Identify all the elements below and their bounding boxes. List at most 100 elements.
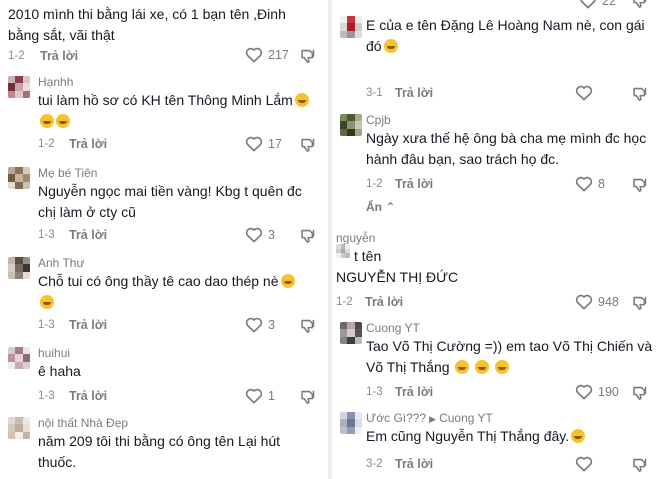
heart-outline-icon <box>575 383 593 400</box>
avatar[interactable] <box>8 76 30 98</box>
comment-date: 1-3 <box>38 390 55 402</box>
reply-button[interactable]: Trả lời <box>395 385 433 399</box>
like-button[interactable]: 17 <box>245 135 282 152</box>
comment-text-line: Em cũng Nguyễn Thị Thắng đây. <box>366 426 586 447</box>
like-button[interactable] <box>575 84 593 101</box>
reply-to-author[interactable]: Cuong YT <box>439 411 493 425</box>
thumbs-down-icon <box>300 388 317 405</box>
comment-author[interactable]: Hạnhh <box>38 75 73 89</box>
like-button[interactable]: 1 <box>245 387 275 404</box>
avatar[interactable] <box>340 322 362 344</box>
comment-text-line: Nguyễn ngọc mai tiền vàng! Kbg t quên đc <box>38 183 302 199</box>
like-button[interactable]: 190 <box>575 383 619 400</box>
dislike-button[interactable] <box>632 384 649 401</box>
dislike-button[interactable] <box>632 0 649 9</box>
reply-button[interactable]: Trả lời <box>395 86 433 100</box>
avatar[interactable] <box>8 167 30 189</box>
thumbs-down-icon <box>632 0 649 9</box>
dislike-button[interactable] <box>300 136 317 153</box>
dislike-button[interactable] <box>632 294 649 311</box>
thumbs-down-icon <box>632 294 649 311</box>
comment-author[interactable]: nguyễn <box>336 231 375 245</box>
dislike-button[interactable] <box>300 388 317 405</box>
comment-text-line <box>38 292 54 313</box>
comment-text-line: hành đâu bạn, sao trách họ đc. <box>366 151 560 167</box>
comment-author[interactable]: Cpjb <box>366 113 391 127</box>
comment-date: 3-2 <box>366 458 383 470</box>
dislike-button[interactable] <box>300 317 317 334</box>
like-count: 217 <box>268 47 289 62</box>
heart-outline-icon <box>575 455 593 472</box>
like-count: 948 <box>598 294 619 309</box>
grinning-sweat-emoji-icon <box>475 360 490 374</box>
reply-button[interactable]: Trả lời <box>395 177 433 191</box>
reply-button[interactable]: Trả lời <box>40 49 78 63</box>
like-button[interactable]: 948 <box>575 293 619 310</box>
comment-text-line: Võ Thị Thắng <box>366 357 510 378</box>
comment-date: 1-3 <box>38 229 55 241</box>
dislike-button[interactable] <box>300 47 317 64</box>
comment-author[interactable]: Cuong YT <box>366 321 420 335</box>
reply-button[interactable]: Trả lời <box>365 295 403 309</box>
hide-replies-button[interactable]: Ẩn ⌃ <box>366 200 395 214</box>
dislike-button[interactable] <box>632 176 649 193</box>
heart-outline-icon <box>575 84 593 101</box>
comment-date: 1-2 <box>8 50 25 62</box>
grinning-sweat-emoji-icon <box>455 360 470 374</box>
grinning-sweat-emoji-icon <box>495 360 510 374</box>
comment-author[interactable]: Mẹ bé Tiên <box>38 166 97 180</box>
avatar[interactable] <box>8 417 30 439</box>
grinning-sweat-emoji-icon <box>40 295 54 309</box>
comment-text-line: E của e tên Đặng Lê Hoàng Nam nè, con gá… <box>366 17 645 33</box>
dislike-button[interactable] <box>632 85 649 102</box>
heart-outline-icon <box>245 387 263 404</box>
dislike-button[interactable] <box>632 456 649 473</box>
comment-author[interactable]: huihui <box>38 346 70 360</box>
laughing-emoji-icon <box>40 114 54 128</box>
avatar[interactable] <box>340 16 362 38</box>
reply-button[interactable]: Trả lời <box>69 137 107 151</box>
avatar[interactable] <box>340 412 362 434</box>
reply-button[interactable]: Trả lời <box>395 457 433 471</box>
heart-outline-icon <box>575 175 593 192</box>
comment-text-line: chị làm ở cty cũ <box>38 204 136 220</box>
flushed-face-emoji-icon <box>571 429 586 443</box>
comment-author[interactable]: Anh Thư <box>38 256 85 270</box>
like-count: 8 <box>598 176 605 191</box>
laughing-emoji-icon <box>56 114 70 128</box>
comment-author[interactable]: nội thất Nhà Đẹp <box>38 416 128 430</box>
left-comments-panel: 2010 mình thi bằng lái xe, có 1 bạn tên … <box>0 0 328 479</box>
comment-text-line: đó <box>366 36 398 57</box>
thumbs-down-icon <box>632 176 649 193</box>
like-count: 1 <box>268 388 275 403</box>
heart-outline-icon <box>245 226 263 243</box>
like-count: 17 <box>268 136 282 151</box>
avatar[interactable] <box>8 347 30 369</box>
like-button[interactable]: 3 <box>245 316 275 333</box>
comment-date: 1-3 <box>366 386 383 398</box>
comment-author[interactable]: Ước Gì??? ▶ Cuong YT <box>366 411 493 425</box>
caret-right-icon: ▶ <box>429 414 437 424</box>
dislike-button[interactable] <box>300 227 317 244</box>
like-button[interactable]: 3 <box>245 226 275 243</box>
laughing-emoji-icon <box>294 93 309 107</box>
like-count: 22 <box>602 0 616 8</box>
heart-outline-icon <box>245 135 263 152</box>
thumbs-down-icon <box>300 317 317 334</box>
reply-button[interactable]: Trả lời <box>69 389 107 403</box>
like-button[interactable]: 22 <box>579 0 616 9</box>
comment-text-line: t tên <box>354 248 382 264</box>
thumbs-down-icon <box>300 136 317 153</box>
avatar[interactable] <box>8 257 30 279</box>
like-button[interactable]: 217 <box>245 46 289 63</box>
avatar[interactable] <box>340 114 362 136</box>
like-button[interactable]: 8 <box>575 175 605 192</box>
comment-date: 1-2 <box>366 178 383 190</box>
comment-text-line: bằng sắt, vãi thật <box>8 27 115 43</box>
like-count: 3 <box>268 227 275 242</box>
reply-button[interactable]: Trả lời <box>69 228 107 242</box>
avatar[interactable] <box>336 244 350 258</box>
reply-button[interactable]: Trả lời <box>69 318 107 332</box>
like-button[interactable] <box>575 455 593 472</box>
comment-text-line: Chỗ tui có ông thầy tê cao dao thép nè <box>38 271 295 292</box>
